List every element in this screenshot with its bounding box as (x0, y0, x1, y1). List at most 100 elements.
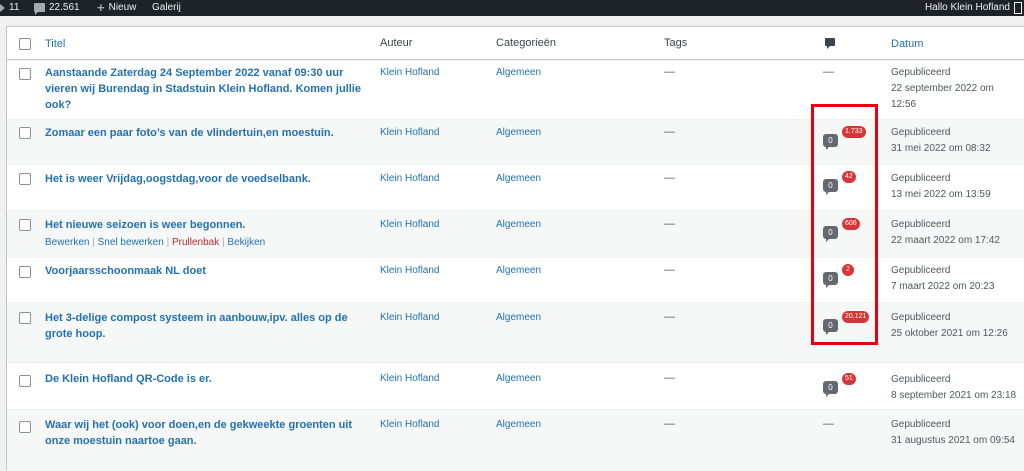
row-checkbox[interactable] (19, 312, 31, 324)
tags-value: — (664, 418, 675, 430)
column-categories: Categorieën (496, 37, 556, 49)
new-content-link[interactable]: + Nieuw (97, 0, 137, 15)
date-text: 31 mei 2022 om 08:32 (891, 143, 991, 154)
tags-value: — (664, 66, 675, 78)
avatar[interactable] (1014, 2, 1022, 14)
tags-value: — (664, 372, 675, 384)
status-text: Gepubliceerd (891, 312, 951, 323)
tags-value: — (664, 264, 675, 276)
author-link[interactable]: Klein Hofland (380, 419, 439, 430)
updates-link[interactable]: 11 (0, 2, 19, 13)
date-text: 13 mei 2022 om 13:59 (891, 189, 991, 200)
status-text: Gepubliceerd (891, 374, 951, 385)
post-date: Gepubliceerd 7 maart 2022 om 20:23 (891, 263, 994, 295)
greeting-text: Hallo Klein Hofland (924, 2, 1010, 13)
row-checkbox[interactable] (19, 219, 31, 231)
category-link[interactable]: Algemeen (496, 312, 541, 323)
category-link[interactable]: Algemeen (496, 173, 541, 184)
date-text: 8 september 2021 om 23:18 (891, 390, 1017, 401)
separator: | (166, 237, 170, 248)
row-actions: Bewerken | Snel bewerken | Prullenbak | … (45, 237, 265, 248)
column-tags: Tags (664, 37, 688, 49)
row-checkbox[interactable] (19, 127, 31, 139)
table-row: Waar wij het (ook) voor doen,en de gekwe… (7, 409, 1024, 471)
status-text: Gepubliceerd (891, 127, 951, 138)
comments-count: 22.561 (49, 2, 80, 13)
edit-link[interactable]: Bewerken (45, 237, 89, 248)
author-link[interactable]: Klein Hofland (380, 312, 439, 323)
author-link[interactable]: Klein Hofland (380, 127, 439, 138)
no-comments: — (823, 418, 834, 430)
highlight-box (811, 104, 878, 345)
category-link[interactable]: Algemeen (496, 127, 541, 138)
tags-value: — (664, 172, 675, 184)
comment-bubble-icon[interactable] (825, 38, 835, 49)
row-checkbox[interactable] (19, 68, 31, 80)
comment-icon (34, 3, 45, 15)
date-text: 22 september 2022 om 12:56 (891, 83, 994, 110)
approved-comments-count[interactable]: 0 (823, 381, 838, 397)
row-checkbox[interactable] (19, 421, 31, 433)
category-link[interactable]: Algemeen (496, 219, 541, 230)
row-checkbox[interactable] (19, 173, 31, 185)
account-menu[interactable]: Hallo Klein Hofland (925, 2, 1010, 13)
author-link[interactable]: Klein Hofland (380, 173, 439, 184)
comment-counter[interactable]: 0 51 (823, 373, 863, 397)
tags-value: — (664, 311, 675, 323)
category-link[interactable]: Algemeen (496, 67, 541, 78)
admin-bar: 11 22.561 + Nieuw Galerij Hallo Klein Ho… (0, 0, 1024, 16)
status-text: Gepubliceerd (891, 265, 951, 276)
post-date: Gepubliceerd 31 augustus 2021 om 09:54 (891, 417, 1015, 449)
row-checkbox[interactable] (19, 375, 31, 387)
post-title-link[interactable]: De Klein Hofland QR-Code is er. (45, 371, 365, 387)
gallery-link[interactable]: Galerij (152, 2, 181, 13)
post-date: Gepubliceerd 22 maart 2022 om 17:42 (891, 217, 1000, 249)
post-title-link[interactable]: Waar wij het (ook) voor doen,en de gekwe… (45, 417, 365, 449)
category-link[interactable]: Algemeen (496, 419, 541, 430)
post-title-link[interactable]: Zomaar een paar foto’s van de vlindertui… (45, 125, 365, 141)
author-link[interactable]: Klein Hofland (380, 373, 439, 384)
tags-value: — (664, 126, 675, 138)
separator: | (92, 237, 95, 248)
post-title-link[interactable]: Voorjaarsschoonmaak NL doet (45, 263, 365, 279)
author-link[interactable]: Klein Hofland (380, 265, 439, 276)
gallery-label: Galerij (152, 2, 181, 13)
trash-link[interactable]: Prullenbak (172, 237, 219, 248)
row-checkbox[interactable] (19, 266, 31, 278)
updates-count: 11 (9, 2, 20, 13)
author-link[interactable]: Klein Hofland (380, 219, 439, 230)
author-link[interactable]: Klein Hofland (380, 67, 439, 78)
column-author: Auteur (380, 37, 413, 49)
category-link[interactable]: Algemeen (496, 265, 541, 276)
comments-link[interactable]: 22.561 (34, 2, 80, 15)
date-text: 25 oktober 2021 om 12:26 (891, 328, 1008, 339)
separator: | (222, 237, 225, 248)
new-label: Nieuw (108, 2, 137, 13)
view-link[interactable]: Bekijken (227, 237, 265, 248)
category-link[interactable]: Algemeen (496, 373, 541, 384)
column-date[interactable]: Datum (891, 36, 923, 52)
no-comments: — (823, 66, 834, 78)
plus-icon: + (97, 0, 105, 15)
status-text: Gepubliceerd (891, 173, 951, 184)
status-text: Gepubliceerd (891, 67, 951, 78)
post-title-link[interactable]: Het is weer Vrijdag,oogstdag,voor de voe… (45, 171, 365, 187)
post-title-link[interactable]: Aanstaande Zaterdag 24 September 2022 va… (45, 65, 365, 113)
table-header: Titel Auteur Categorieën Tags Datum (7, 27, 1024, 60)
date-text: 22 maart 2022 om 17:42 (891, 235, 1000, 246)
post-date: Gepubliceerd 25 oktober 2021 om 12:26 (891, 310, 1008, 342)
post-date: Gepubliceerd 13 mei 2022 om 13:59 (891, 171, 991, 203)
column-title[interactable]: Titel (45, 36, 365, 52)
post-title-link[interactable]: Het 3-delige compost systeem in aanbouw,… (45, 310, 365, 342)
pending-comments-count[interactable]: 51 (842, 373, 856, 385)
tags-value: — (664, 218, 675, 230)
post-title-link[interactable]: Het nieuwe seizoen is weer begonnen. (45, 217, 365, 233)
status-text: Gepubliceerd (891, 219, 951, 230)
quick-edit-link[interactable]: Snel bewerken (98, 237, 164, 248)
updates-icon (0, 3, 5, 12)
post-date: Gepubliceerd 22 september 2022 om 12:56 (891, 65, 1016, 113)
post-date: Gepubliceerd 31 mei 2022 om 08:32 (891, 125, 991, 157)
table-row: De Klein Hofland QR-Code is er. Klein Ho… (7, 362, 1024, 409)
select-all-checkbox[interactable] (19, 38, 31, 50)
date-text: 31 augustus 2021 om 09:54 (891, 435, 1015, 446)
